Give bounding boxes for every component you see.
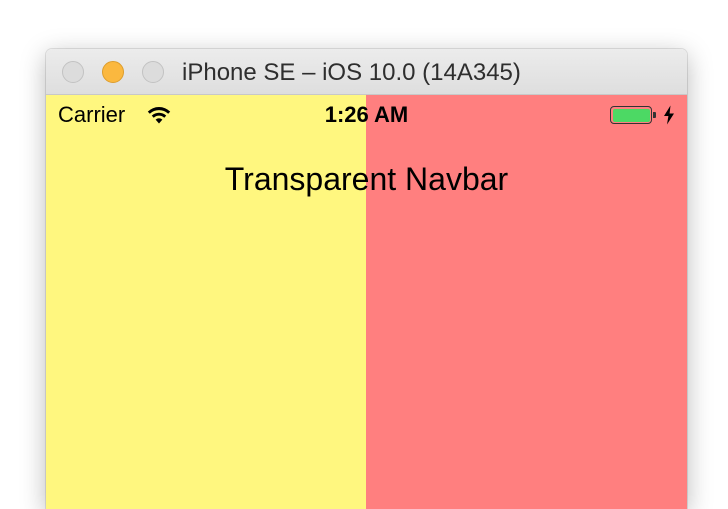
device-screen: Carrier 1:26 AM Transparent Navbar	[46, 95, 687, 509]
simulator-window: iPhone SE – iOS 10.0 (14A345) Carrier 1:…	[46, 49, 687, 509]
battery-tip	[653, 112, 656, 118]
window-title: iPhone SE – iOS 10.0 (14A345)	[182, 59, 521, 86]
close-button[interactable]	[62, 61, 84, 83]
status-bar: Carrier 1:26 AM	[46, 95, 687, 135]
charging-bolt-icon	[664, 105, 674, 125]
navbar-title: Transparent Navbar	[224, 161, 509, 197]
battery-level	[612, 108, 650, 122]
battery-icon	[610, 106, 652, 124]
window-titlebar[interactable]: iPhone SE – iOS 10.0 (14A345)	[46, 49, 687, 95]
status-time: 1:26 AM	[324, 102, 409, 127]
left-color-panel	[46, 95, 366, 509]
right-color-panel	[366, 95, 687, 509]
zoom-button[interactable]	[142, 61, 164, 83]
minimize-button[interactable]	[102, 61, 124, 83]
